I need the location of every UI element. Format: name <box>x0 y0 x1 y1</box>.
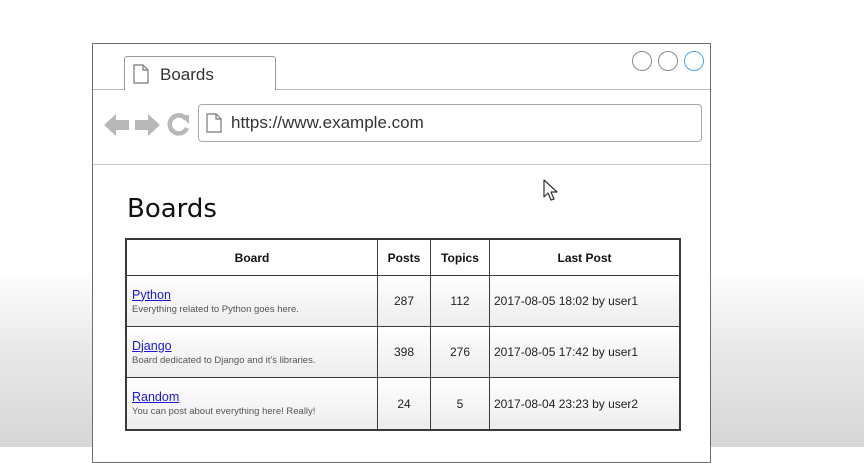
boards-table: Board Posts Topics Last Post Python Ever… <box>125 238 681 431</box>
column-header-board: Board <box>125 238 378 276</box>
window-minimize-button[interactable] <box>658 51 678 71</box>
page-title: Boards <box>127 194 217 224</box>
table-row: Django Board dedicated to Django and it'… <box>125 326 681 379</box>
table-row: Python Everything related to Python goes… <box>125 274 681 328</box>
posts-count: 287 <box>377 274 431 328</box>
tab-title: Boards <box>160 65 214 84</box>
window-maximize-button[interactable] <box>684 51 704 71</box>
forward-arrow-icon[interactable] <box>134 114 160 141</box>
board-link[interactable]: Django <box>132 339 377 353</box>
window-close-button[interactable] <box>632 51 652 71</box>
last-post: 2017-08-05 18:02 by user1 <box>489 274 681 328</box>
title-bar: Boards <box>93 44 710 90</box>
board-link[interactable]: Random <box>132 390 377 404</box>
board-description: Everything related to Python goes here. <box>132 303 299 315</box>
last-post: 2017-08-05 17:42 by user1 <box>489 326 681 379</box>
board-description: You can post about everything here! Real… <box>132 406 316 418</box>
table-header-row: Board Posts Topics Last Post <box>125 238 681 276</box>
last-post: 2017-08-04 23:23 by user2 <box>489 377 681 431</box>
topics-count: 112 <box>430 274 490 328</box>
page-icon <box>206 113 222 138</box>
posts-count: 24 <box>377 377 431 431</box>
browser-tab[interactable]: Boards <box>124 56 276 90</box>
navigation-bar <box>93 90 710 165</box>
topics-count: 276 <box>430 326 490 379</box>
back-arrow-icon[interactable] <box>104 114 130 141</box>
board-cell: Python Everything related to Python goes… <box>125 274 378 328</box>
mouse-pointer-icon <box>543 179 559 208</box>
column-header-topics: Topics <box>430 238 490 276</box>
column-header-last-post: Last Post <box>489 238 681 276</box>
board-cell: Django Board dedicated to Django and it'… <box>125 326 378 379</box>
address-bar[interactable] <box>198 104 702 142</box>
url-input[interactable] <box>231 111 691 135</box>
page-icon <box>133 64 149 89</box>
table-row: Random You can post about everything her… <box>125 377 681 431</box>
board-description: Board dedicated to Django and it's libra… <box>132 354 316 366</box>
reload-icon[interactable] <box>166 113 190 142</box>
browser-window: Boards https://www.example.com Boards Bo… <box>92 43 711 463</box>
board-cell: Random You can post about everything her… <box>125 377 378 431</box>
posts-count: 398 <box>377 326 431 379</box>
board-link[interactable]: Python <box>132 288 377 302</box>
topics-count: 5 <box>430 377 490 431</box>
column-header-posts: Posts <box>377 238 431 276</box>
